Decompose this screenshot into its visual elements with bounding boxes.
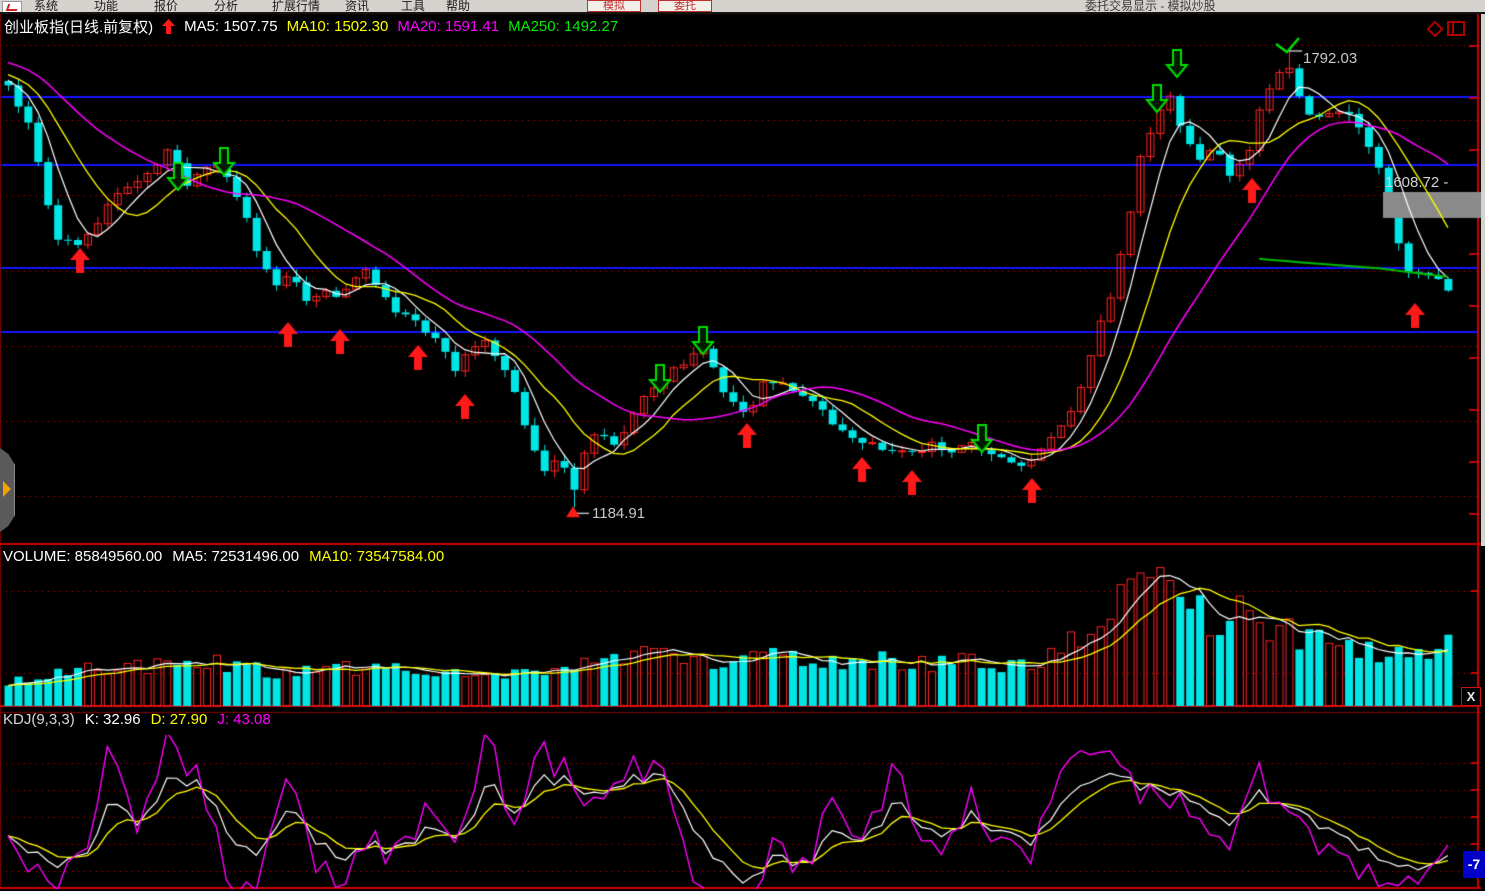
main-chart-title-row: 创业板指(日线.前复权) MA5: 1507.75 MA10: 1502.30 … <box>4 17 618 35</box>
close-panel-button[interactable]: X <box>1461 687 1481 706</box>
menu-item-function[interactable]: 功能 <box>94 0 118 14</box>
menu-button-simulate[interactable]: 模拟 <box>587 0 641 12</box>
kdj-d-value: D: 27.90 <box>151 711 208 728</box>
menubar-status-text: 委托交易显示 - 模拟炒股 <box>1085 0 1216 14</box>
menu-button-order[interactable]: 委托 <box>658 0 712 12</box>
volume-ma10: MA10: 73547584.00 <box>309 548 444 565</box>
chart-canvas[interactable] <box>0 0 1485 891</box>
kdj-k-value: K: 32.96 <box>85 711 141 728</box>
app-icon-glyph <box>6 4 20 11</box>
up-arrow-icon <box>162 19 175 34</box>
kdj-label[interactable]: KDJ(9,3,3) <box>3 711 75 728</box>
menu-item-system[interactable]: 系统 <box>34 0 58 14</box>
split-window-icon[interactable] <box>1447 21 1465 36</box>
volume-ma5: MA5: 72531496.00 <box>172 548 299 565</box>
page-badge[interactable]: -7 <box>1463 851 1485 878</box>
window-edge-strip <box>1481 0 1485 546</box>
ma10-value: MA10: 1502.30 <box>287 18 389 35</box>
menu-item-help[interactable]: 帮助 <box>446 0 470 14</box>
expand-triangle-icon <box>3 481 11 497</box>
menu-item-tools[interactable]: 工具 <box>401 0 425 14</box>
menu-item-quotes[interactable]: 报价 <box>154 0 178 14</box>
low-price-label: 1184.91 <box>592 505 645 522</box>
kdj-title-row: KDJ(9,3,3) K: 32.96 D: 27.90 J: 43.08 <box>3 711 271 728</box>
ma20-value: MA20: 1591.41 <box>397 18 499 35</box>
trading-app-window: 系统 功能 报价 分析 扩展行情 资讯 工具 帮助 模拟 委托 委托交易显示 -… <box>0 0 1485 891</box>
instrument-title[interactable]: 创业板指(日线.前复权) <box>4 16 153 37</box>
app-icon[interactable] <box>2 1 22 13</box>
menu-item-news[interactable]: 资讯 <box>345 0 369 14</box>
high-price-label: 1792.03 <box>1303 50 1357 67</box>
volume-value: VOLUME: 85849560.00 <box>3 548 162 565</box>
ma250-value: MA250: 1492.27 <box>508 18 618 35</box>
menu-item-extended[interactable]: 扩展行情 <box>272 0 320 14</box>
menubar: 系统 功能 报价 分析 扩展行情 资讯 工具 帮助 模拟 委托 委托交易显示 -… <box>0 0 1485 14</box>
right-price-label: 1608.72 - <box>1385 174 1448 191</box>
volume-title-row: VOLUME: 85849560.00 MA5: 72531496.00 MA1… <box>3 548 444 565</box>
split-window-divider <box>1452 23 1454 34</box>
ma5-value: MA5: 1507.75 <box>184 18 277 35</box>
kdj-j-value: J: 43.08 <box>217 711 270 728</box>
menu-item-analysis[interactable]: 分析 <box>214 0 238 14</box>
